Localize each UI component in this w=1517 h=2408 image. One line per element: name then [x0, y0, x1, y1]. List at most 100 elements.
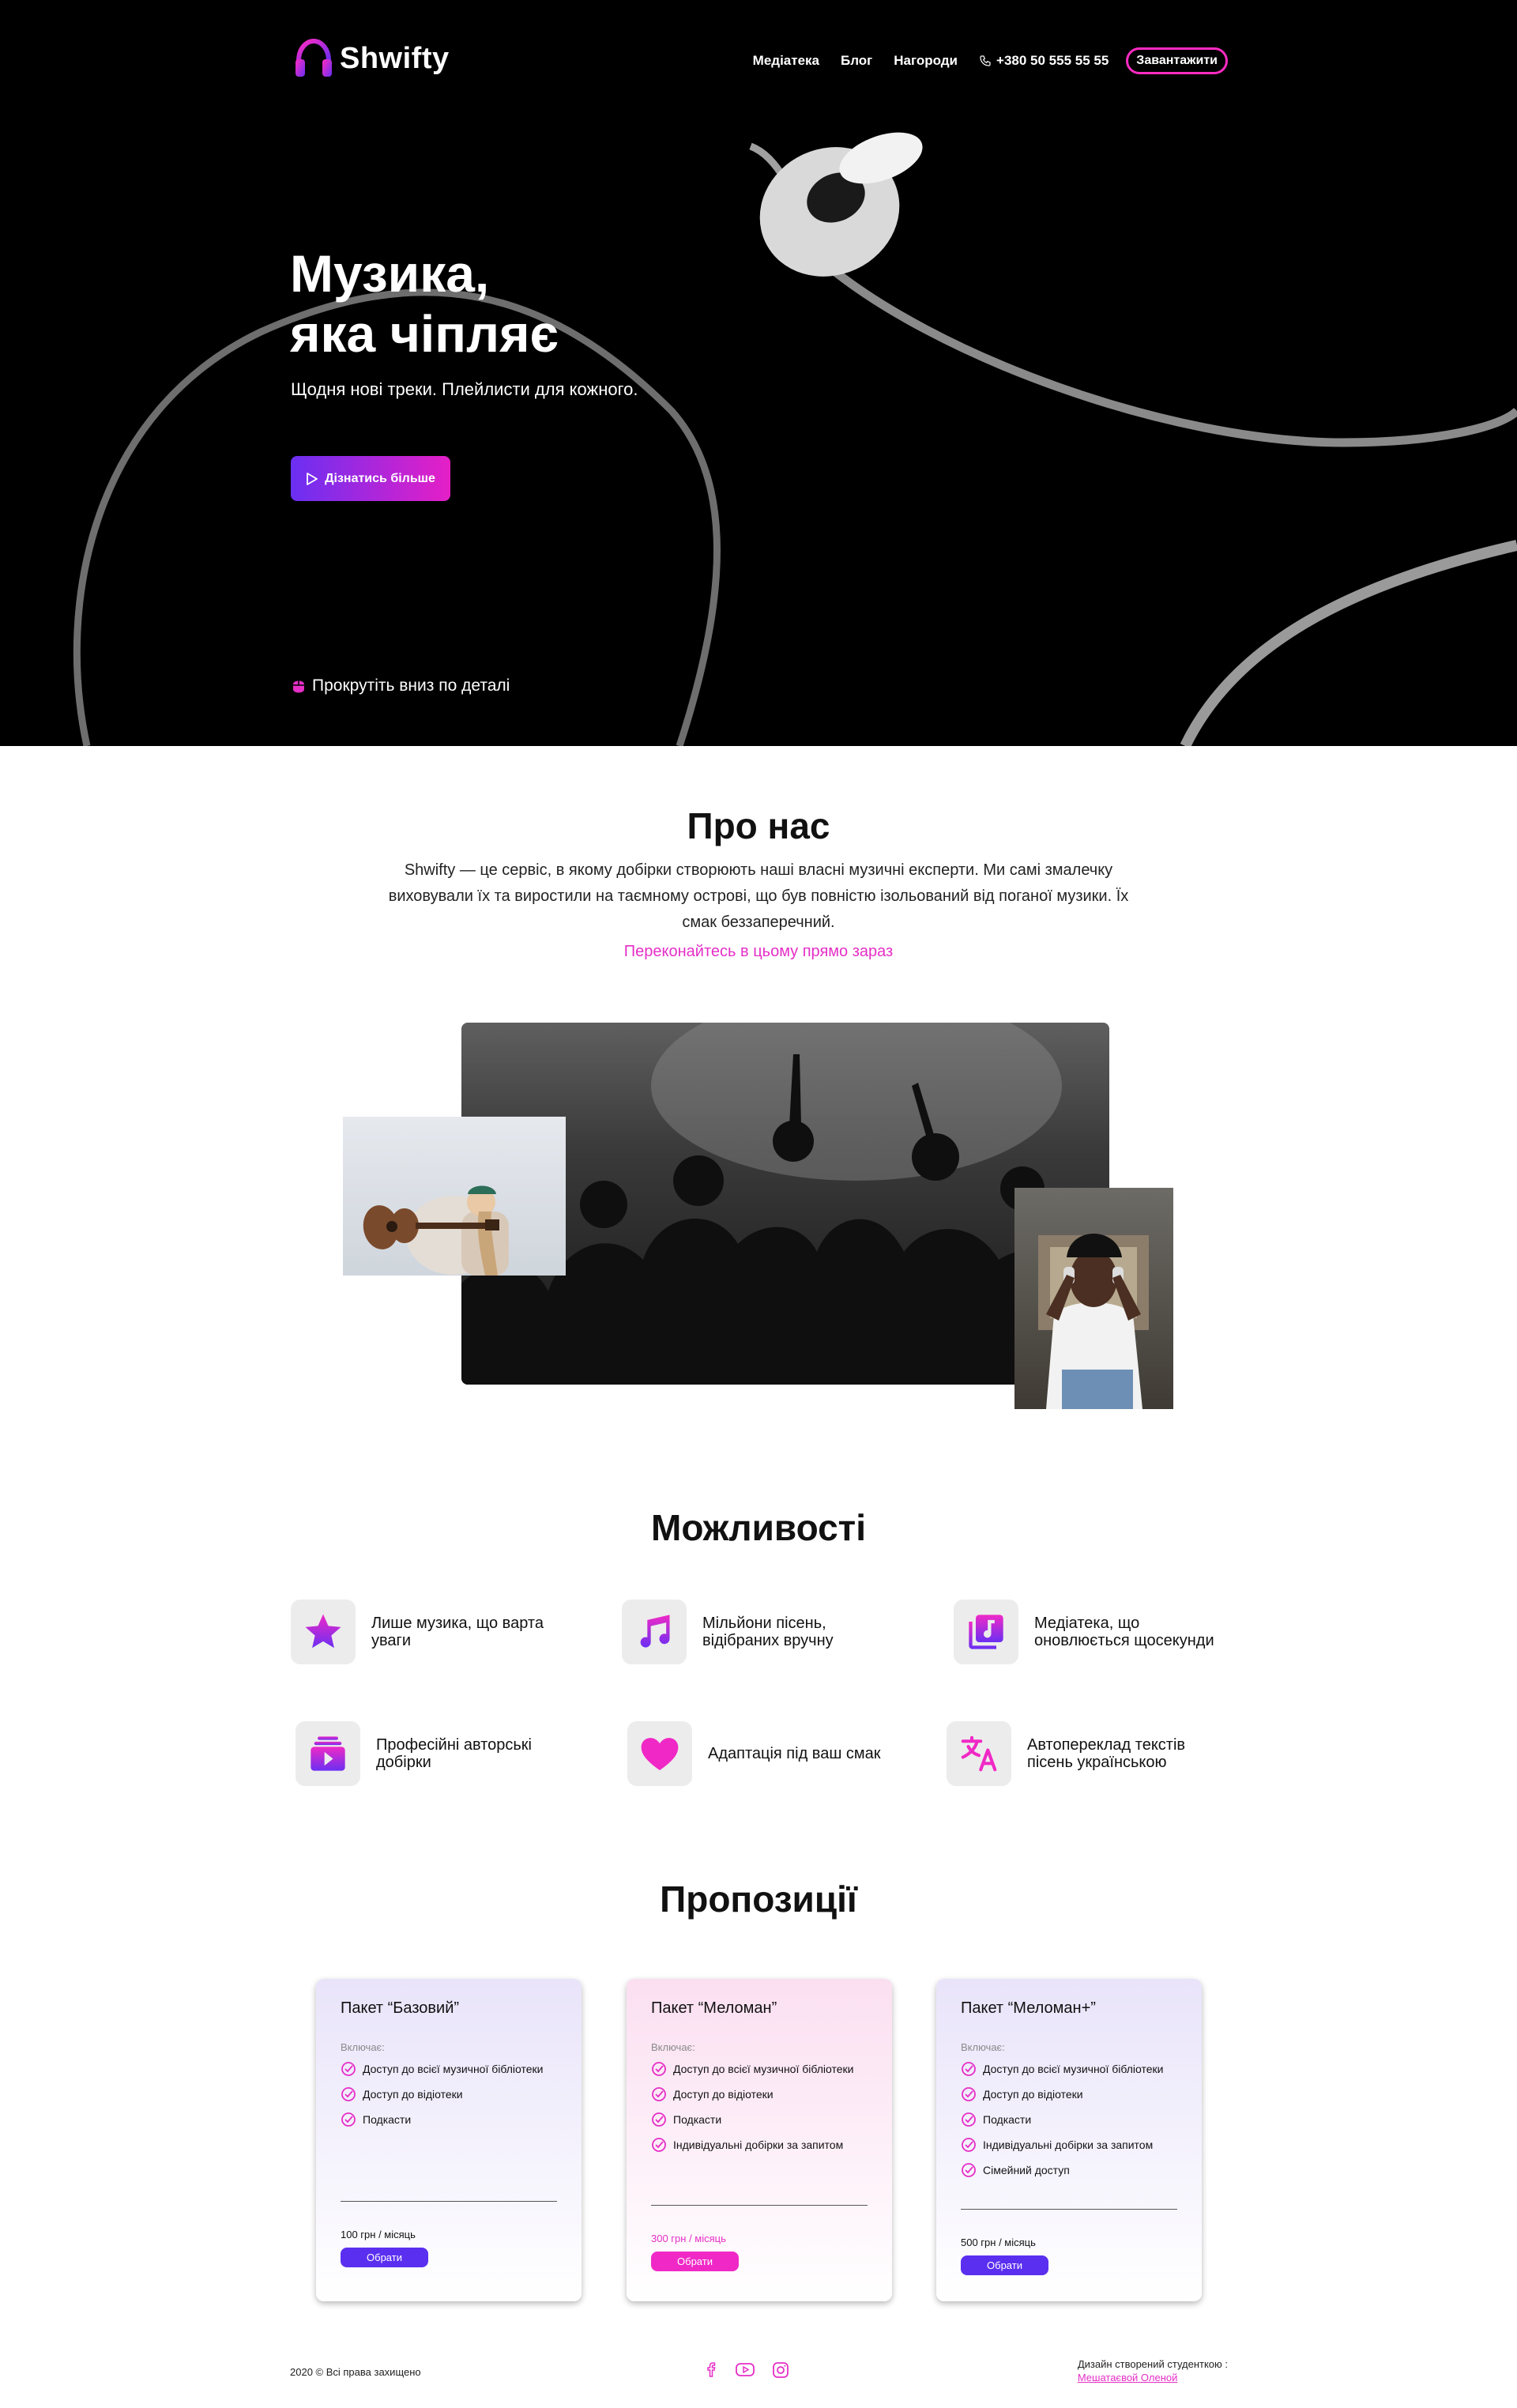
- feature-item: Адаптація під ваш смак: [627, 1721, 928, 1786]
- check-circle-icon: [341, 2112, 356, 2127]
- copyright: 2020 © Всі права захищено: [290, 2366, 421, 2378]
- offers-list: Пакет “Базовий” Включає: Доступ до всієї…: [316, 1979, 1202, 2303]
- offer-divider: [341, 2201, 557, 2202]
- nav-item-blog[interactable]: Блог: [841, 53, 872, 69]
- offer-price: 300 грн / місяць: [651, 2233, 726, 2244]
- feature-item: Лише музика, що варта уваги: [291, 1600, 591, 1664]
- offer-feature: Подкасти: [961, 2107, 1177, 2132]
- choose-button[interactable]: Обрати: [651, 2252, 739, 2271]
- offer-feature-label: Доступ до всієї музичної бібліотеки: [673, 2063, 854, 2075]
- offer-feature: Сімейний доступ: [961, 2157, 1177, 2183]
- about-title: Про нас: [687, 805, 830, 846]
- offer-name: Пакет “Базовий”: [341, 1999, 460, 2017]
- feature-label: Автопереклад текстів пісень українською: [1027, 1736, 1186, 1771]
- social-links: [703, 2361, 806, 2380]
- feature-label: Мільйони пісень, відібраних вручну: [702, 1615, 834, 1649]
- offer-card-meloman: Пакет “Меломан” Включає: Доступ до всієї…: [627, 1979, 892, 2301]
- features-grid: Лише музика, що варта уваги Мільйони піс…: [289, 1595, 1229, 1800]
- offer-card-meloman-plus: Пакет “Меломан+” Включає: Доступ до всіє…: [936, 1979, 1202, 2301]
- earphones-background: [73, 132, 1517, 746]
- feature-label: Адаптація під ваш смак: [708, 1745, 881, 1762]
- phone-icon: [980, 55, 991, 66]
- offers-title: Пропозиції: [660, 1879, 857, 1920]
- main-nav: Медіатека Блог Нагороди +380 50 555 55 5…: [732, 47, 1228, 74]
- hero-title-line-1: Музика,: [290, 244, 490, 303]
- about-link[interactable]: Переконайтесь в цьому прямо зараз: [0, 943, 1517, 961]
- offer-feature-label: Доступ до всієї музичної бібліотеки: [983, 2063, 1164, 2075]
- logo-text: Shwifty: [340, 41, 450, 75]
- playlist-icon: [311, 1736, 345, 1771]
- offer-feature: Доступ до відіотеки: [341, 2082, 557, 2107]
- heart-icon: [641, 1738, 679, 1770]
- translate-icon: [961, 1735, 997, 1772]
- offer-feature-list: Доступ до всієї музичної бібліотеки Дост…: [341, 2056, 557, 2132]
- feature-item: Мільйони пісень, відібраних вручну: [622, 1600, 922, 1664]
- phone-number: +380 50 555 55 55: [996, 53, 1109, 68]
- included-label: Включає:: [341, 2041, 385, 2053]
- phone-link[interactable]: +380 50 555 55 55: [979, 53, 1109, 69]
- instagram-icon: [773, 2362, 789, 2378]
- instagram-link[interactable]: [771, 2361, 790, 2380]
- hero-title-line-2: яка чіпляє: [290, 304, 559, 363]
- offer-name: Пакет “Меломан”: [651, 1999, 777, 2017]
- features-title: Можливості: [651, 1507, 866, 1548]
- author-link[interactable]: Мешатаєвой Оленой: [1078, 2371, 1228, 2384]
- headphones-girl-photo: [1014, 1188, 1173, 1409]
- logo[interactable]: Shwifty: [294, 35, 450, 82]
- offer-feature-list: Доступ до всієї музичної бібліотеки Дост…: [651, 2056, 868, 2157]
- feature-item: Автопереклад текстів пісень українською: [947, 1721, 1247, 1786]
- youtube-link[interactable]: [735, 2361, 755, 2380]
- feature-icon-box: [295, 1721, 360, 1786]
- choose-button[interactable]: Обрати: [341, 2248, 428, 2267]
- nav-item-library[interactable]: Медіатека: [753, 53, 819, 69]
- feature-label: Медіатека, що оновлюється щосекунди: [1034, 1615, 1214, 1649]
- offer-feature: Доступ до всієї музичної бібліотеки: [341, 2056, 557, 2082]
- hero-title: Музика, яка чіпляє: [290, 243, 559, 364]
- feature-icon-box: [947, 1721, 1011, 1786]
- check-circle-icon: [652, 2138, 666, 2152]
- choose-button[interactable]: Обрати: [961, 2255, 1048, 2275]
- feature-label: Лише музика, що варта уваги: [371, 1615, 544, 1649]
- learn-more-button[interactable]: Дізнатись більше: [291, 456, 450, 501]
- check-circle-icon: [962, 2087, 976, 2101]
- play-icon: [307, 472, 318, 485]
- hero-section: Shwifty Медіатека Блог Нагороди +380 50 …: [0, 0, 1517, 746]
- feature-icon-box: [627, 1721, 692, 1786]
- check-circle-icon: [341, 2062, 356, 2076]
- check-circle-icon: [341, 2087, 356, 2101]
- youtube-icon: [736, 2363, 755, 2376]
- feature-item: Медіатека, що оновлюється щосекунди: [954, 1600, 1254, 1664]
- offer-divider: [651, 2205, 868, 2206]
- offer-feature-label: Доступ до відіотеки: [363, 2088, 463, 2101]
- offer-feature: Індивідуальні добірки за запитом: [651, 2132, 868, 2157]
- offer-divider: [961, 2209, 1177, 2210]
- offer-feature: Доступ до відіотеки: [961, 2082, 1177, 2107]
- nav-item-awards[interactable]: Нагороди: [894, 53, 958, 69]
- feature-item: Професійні авторські добірки: [295, 1721, 596, 1786]
- offer-feature-label: Подкасти: [673, 2113, 722, 2126]
- feature-icon-box: [954, 1600, 1018, 1664]
- offer-feature-label: Подкасти: [363, 2113, 412, 2126]
- scroll-hint[interactable]: Прокрутіть вниз по деталі: [290, 676, 510, 695]
- facebook-icon: [707, 2362, 716, 2377]
- feature-icon-box: [291, 1600, 356, 1664]
- scroll-hint-label: Прокрутіть вниз по деталі: [312, 676, 510, 695]
- offer-feature: Подкасти: [341, 2107, 557, 2132]
- offer-feature-label: Доступ до всієї музичної бібліотеки: [363, 2063, 544, 2075]
- offer-feature-label: Індивідуальні добірки за запитом: [673, 2139, 844, 2151]
- offer-feature-list: Доступ до всієї музичної бібліотеки Дост…: [961, 2056, 1177, 2183]
- offer-feature-label: Доступ до відіотеки: [673, 2088, 774, 2101]
- offer-feature-label: Доступ до відіотеки: [983, 2088, 1083, 2101]
- library-icon: [969, 1615, 1003, 1649]
- feature-label: Професійні авторські добірки: [376, 1736, 532, 1771]
- offer-feature: Доступ до всієї музичної бібліотеки: [651, 2056, 868, 2082]
- facebook-link[interactable]: [703, 2361, 719, 2380]
- offer-feature: Індивідуальні добірки за запитом: [961, 2132, 1177, 2157]
- offer-card-basic: Пакет “Базовий” Включає: Доступ до всієї…: [316, 1979, 582, 2301]
- offer-feature-label: Подкасти: [983, 2113, 1032, 2126]
- check-circle-icon: [652, 2087, 666, 2101]
- download-button[interactable]: Завантажити: [1126, 47, 1228, 74]
- check-circle-icon: [652, 2062, 666, 2076]
- credits: Дизайн створений студенткою : Мешатаєвой…: [1078, 2357, 1228, 2384]
- star-icon: [305, 1614, 341, 1649]
